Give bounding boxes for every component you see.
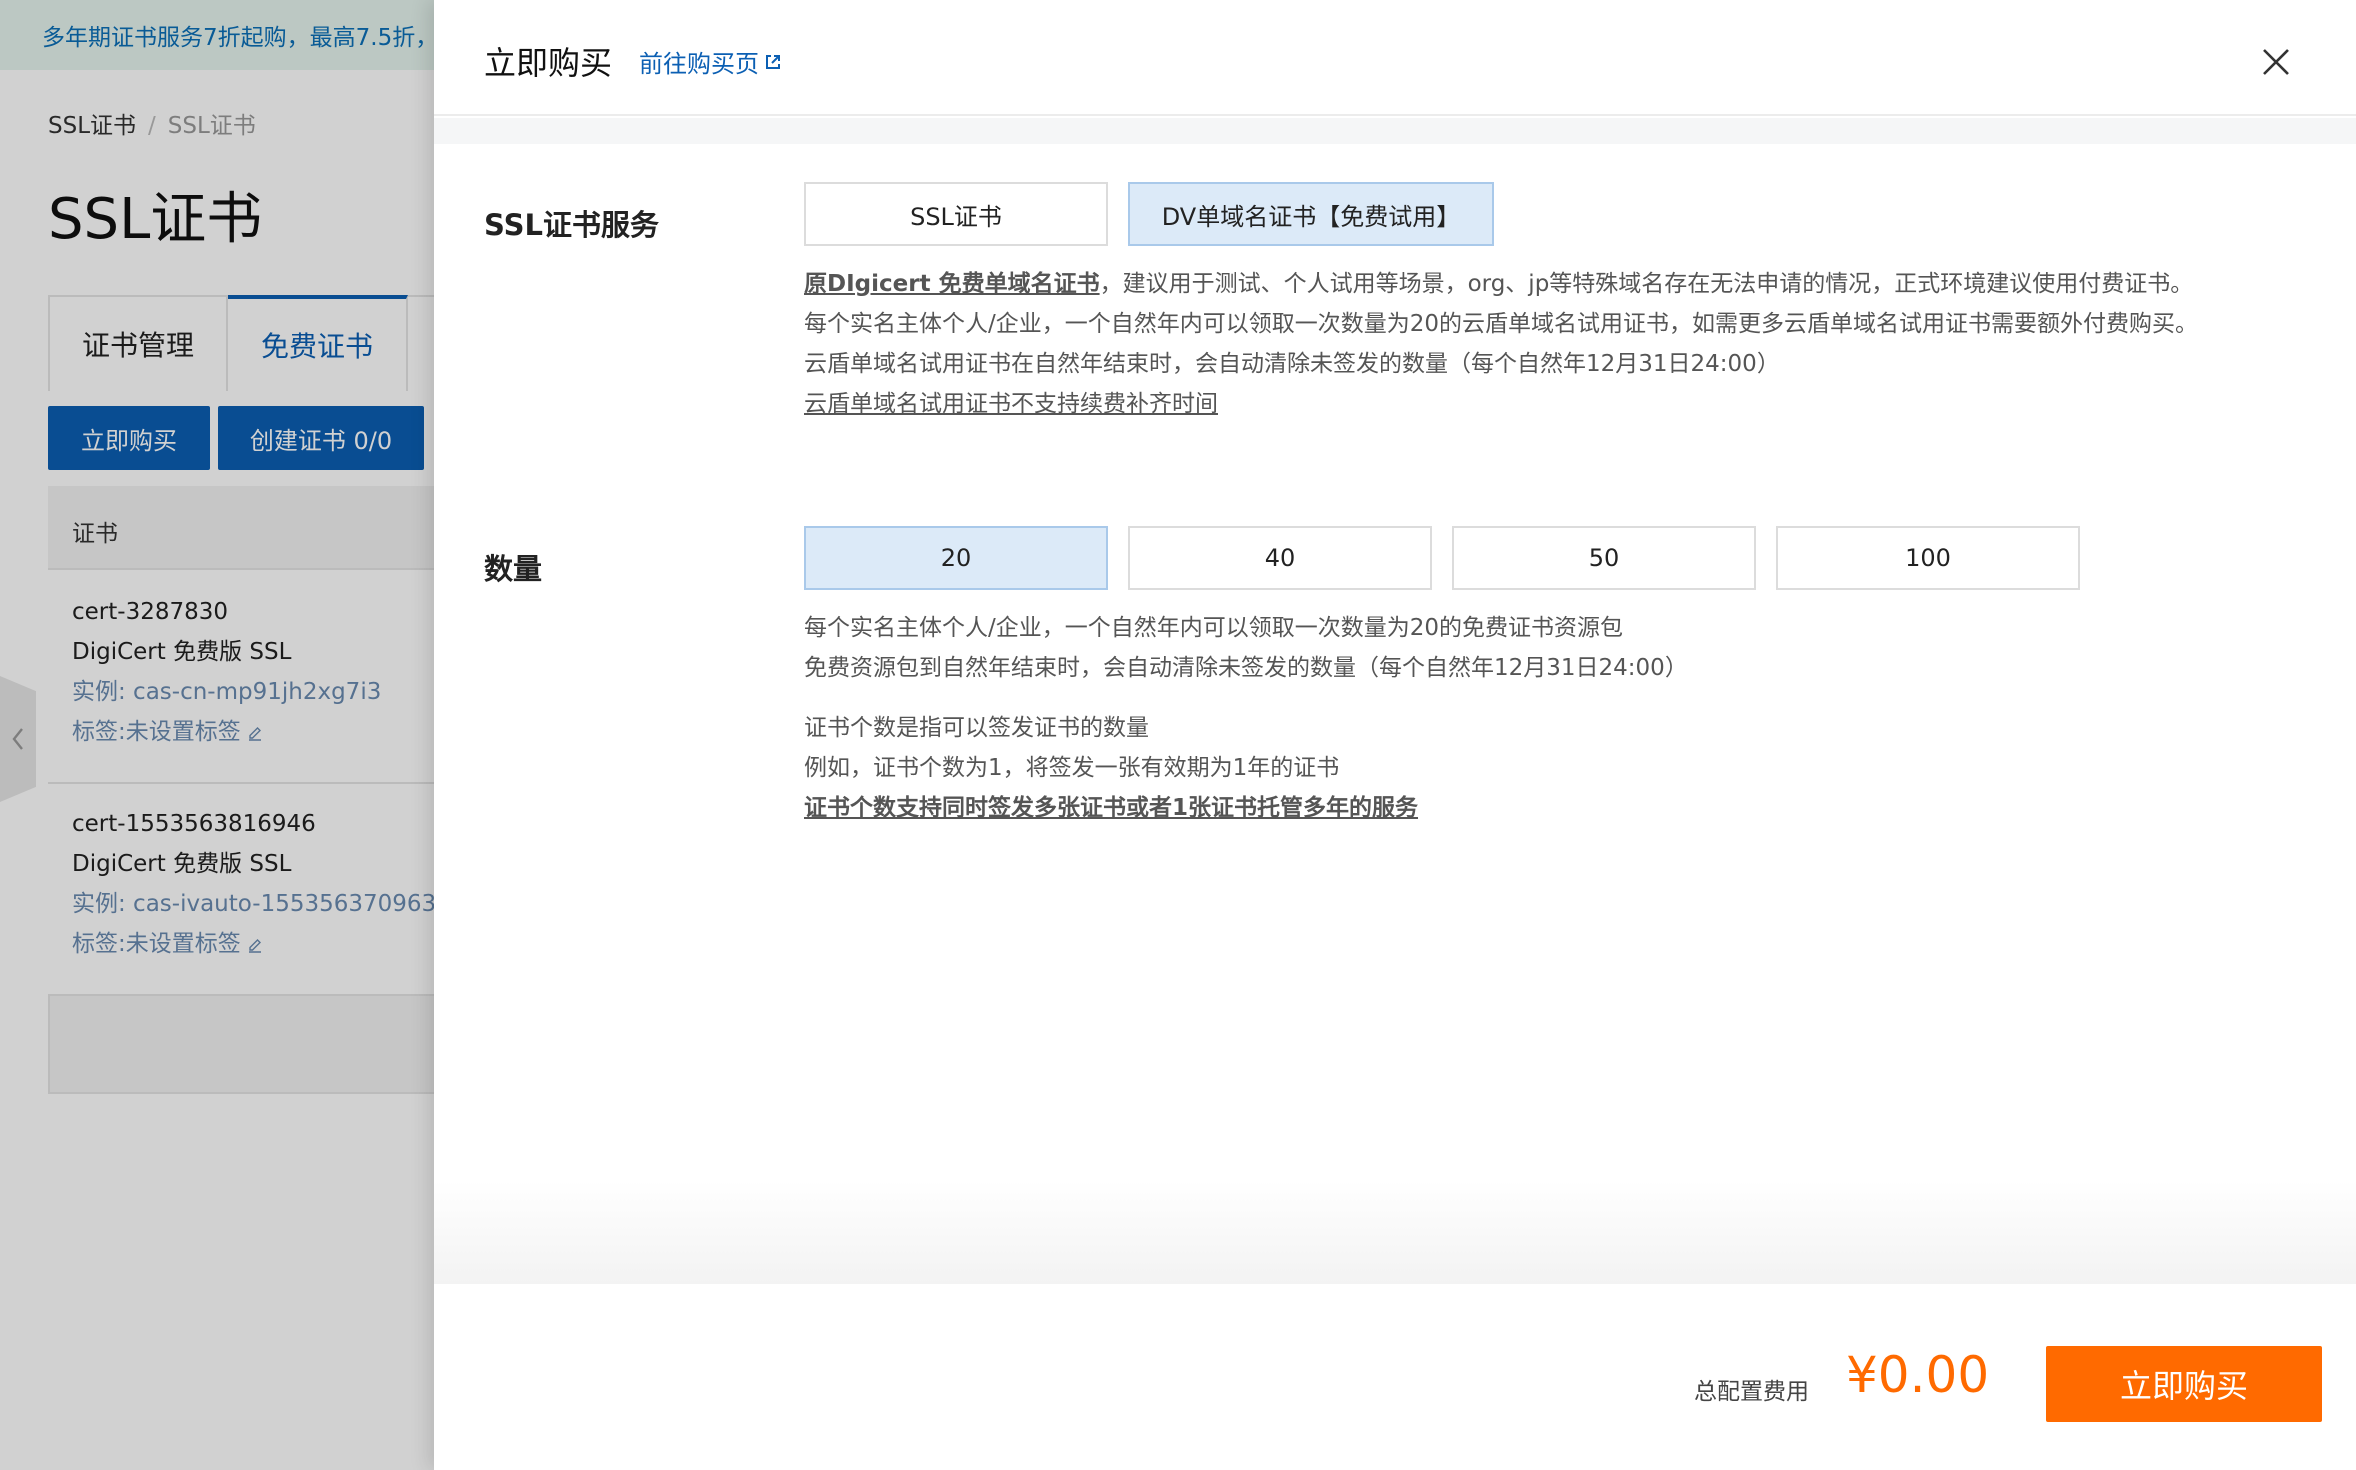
ssl-service-label: SSL证书服务	[484, 208, 659, 242]
service-desc-line-1: 原DIgicert 免费单域名证书，建议用于测试、个人试用等场景，org、jp等…	[804, 264, 2193, 304]
option-ssl-cert[interactable]: SSL证书	[804, 182, 1108, 246]
goto-purchase-page-link[interactable]: 前往购买页	[639, 44, 783, 79]
quantity-desc-line-3: 证书个数是指可以签发证书的数量	[804, 715, 1149, 741]
multi-cert-service-link[interactable]: 证书个数支持同时签发多张证书或者1张证书托管多年的服务	[804, 795, 1418, 821]
quantity-option-50[interactable]: 50	[1452, 526, 1756, 590]
purchase-drawer: 立即购买 前往购买页 SSL证书服务 SSL证书 DV单域名证书【免费试用】 原…	[434, 0, 2356, 1470]
service-desc-line-1-text: ，建议用于测试、个人试用等场景，org、jp等特殊域名存在无法申请的情况，正式环…	[1099, 271, 2194, 297]
quantity-option-40[interactable]: 40	[1128, 526, 1432, 590]
quantity-desc-line-5: 证书个数支持同时签发多张证书或者1张证书托管多年的服务	[804, 788, 1418, 828]
drawer-title: 立即购买	[484, 44, 613, 82]
quantity-option-100[interactable]: 100	[1776, 526, 2080, 590]
quantity-label: 数量	[484, 552, 543, 586]
screen: 多年期证书服务7折起购，最高7.5折， SSL证书 / SSL证书 SSL证书 证书…	[0, 0, 2356, 1470]
drawer-footer: 总配置费用 ¥0.00 立即购买	[434, 1284, 2356, 1470]
close-icon	[2263, 49, 2289, 75]
quantity-desc-line-4: 例如，证书个数为1，将签发一张有效期为1年的证书	[804, 755, 1340, 781]
total-fee-value: ¥0.00	[1846, 1346, 1990, 1404]
quantity-option-20[interactable]: 20	[804, 526, 1108, 590]
quantity-desc-line-2: 免费资源包到自然年结束时，会自动清除未签发的数量（每个自然年12月31日24:0…	[804, 655, 1688, 681]
close-button[interactable]	[2256, 42, 2296, 82]
digicert-free-cert-link[interactable]: 原DIgicert 免费单域名证书	[804, 271, 1100, 297]
buy-now-button[interactable]: 立即购买	[2046, 1346, 2322, 1422]
option-dv-single-domain-trial[interactable]: DV单域名证书【免费试用】	[1128, 182, 1494, 246]
service-desc-line-3: 云盾单域名试用证书在自然年结束时，会自动清除未签发的数量（每个自然年12月31日…	[804, 351, 1780, 377]
quantity-desc-line-1: 每个实名主体个人/企业，一个自然年内可以领取一次数量为20的免费证书资源包	[804, 615, 1624, 641]
service-desc-line-2: 每个实名主体个人/企业，一个自然年内可以领取一次数量为20的云盾单域名试用证书，…	[804, 311, 2199, 337]
external-link-icon	[766, 54, 780, 69]
header-divider-band	[434, 118, 2356, 144]
footer-shadow	[434, 1180, 2356, 1284]
goto-purchase-page-label: 前往购买页	[639, 50, 759, 78]
service-desc-line-4: 云盾单域名试用证书不支持续费补齐时间	[804, 384, 1218, 424]
renewal-note-link[interactable]: 云盾单域名试用证书不支持续费补齐时间	[804, 391, 1218, 417]
drawer-header: 立即购买 前往购买页	[434, 0, 2356, 116]
total-fee-label: 总配置费用	[1694, 1379, 1809, 1405]
